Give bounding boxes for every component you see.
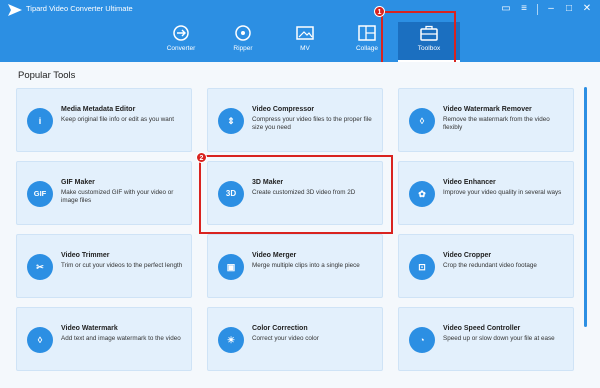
- 3d-maker-highlight-box: [199, 155, 393, 234]
- palette-icon: ✿: [409, 181, 435, 207]
- info-icon: i: [27, 108, 53, 134]
- tab-converter[interactable]: Converter: [150, 22, 212, 62]
- tool-title: Video Cropper: [443, 252, 492, 259]
- gif-icon: GIF: [27, 181, 53, 207]
- collage-icon: [358, 25, 376, 41]
- tool-description: Compress your video files to the proper …: [252, 116, 372, 131]
- tab-label: Converter: [166, 45, 196, 52]
- tool-title: Video Enhancer: [443, 179, 496, 186]
- header-bar: Tipard Video Converter Ultimate ▭ ≡ – □ …: [0, 0, 600, 62]
- tab-mv[interactable]: MV: [274, 22, 336, 62]
- tab-label: Ripper: [233, 45, 253, 52]
- tool-title: Media Metadata Editor: [61, 106, 136, 113]
- scissors-icon: ✂: [27, 254, 53, 280]
- window-controls: ▭ ≡ – □ ✕: [499, 3, 594, 15]
- tool-description: Remove the watermark from the video flex…: [443, 116, 550, 131]
- tool-description: Improve your video quality in several wa…: [443, 189, 562, 196]
- watermark-remove-icon: ◊: [409, 108, 435, 134]
- mv-icon: [296, 26, 314, 40]
- sun-icon: ☀: [218, 327, 244, 353]
- step-badge-1: 1: [374, 6, 385, 17]
- tool-description: Speed up or slow down your file at ease: [443, 335, 555, 342]
- tool-card-video-watermark[interactable]: ◊ Video Watermark Add text and image wat…: [16, 307, 192, 371]
- feedback-icon[interactable]: ▭: [499, 3, 513, 15]
- tool-title: Video Speed Controller: [443, 325, 521, 332]
- tool-card-gif-maker[interactable]: GIF GIF Maker Make customized GIF with y…: [16, 161, 192, 225]
- tool-title: GIF Maker: [61, 179, 95, 186]
- tool-card-color-correction[interactable]: ☀ Color Correction Correct your video co…: [207, 307, 383, 371]
- crop-icon: ⊡: [409, 254, 435, 280]
- tool-title: Video Merger: [252, 252, 297, 259]
- tool-card-video-merger[interactable]: ▣ Video Merger Merge multiple clips into…: [207, 234, 383, 298]
- tool-description: Keep original file info or edit as you w…: [61, 116, 175, 123]
- menu-icon[interactable]: ≡: [517, 3, 531, 15]
- tool-card-video-watermark-remover[interactable]: ◊ Video Watermark Remover Remove the wat…: [398, 88, 574, 152]
- compress-icon: ⇕: [218, 108, 244, 134]
- maximize-button[interactable]: □: [562, 3, 576, 15]
- ripper-icon: [235, 25, 251, 41]
- tool-card-video-trimmer[interactable]: ✂ Video Trimmer Trim or cut your videos …: [16, 234, 192, 298]
- drop-icon: ◊: [27, 327, 53, 353]
- tool-description: Trim or cut your videos to the perfect l…: [61, 262, 183, 269]
- app-title: Tipard Video Converter Ultimate: [26, 4, 133, 13]
- tool-card-media-metadata-editor[interactable]: i Media Metadata Editor Keep original fi…: [16, 88, 192, 152]
- merge-icon: ▣: [218, 254, 244, 280]
- speed-icon: ◔: [409, 327, 435, 353]
- step-badge-2: 2: [196, 152, 207, 163]
- tool-card-video-speed-controller[interactable]: ◔ Video Speed Controller Speed up or slo…: [398, 307, 574, 371]
- tool-description: Add text and image watermark to the vide…: [61, 335, 181, 342]
- tool-description: Merge multiple clips into a single piece: [252, 262, 360, 269]
- tab-label: MV: [300, 45, 310, 52]
- tool-title: Video Watermark Remover: [443, 106, 532, 113]
- tool-description: Crop the redundant video footage: [443, 262, 537, 269]
- section-title: Popular Tools: [18, 70, 76, 81]
- tool-title: Video Trimmer: [61, 252, 110, 259]
- tab-ripper[interactable]: Ripper: [212, 22, 274, 62]
- close-button[interactable]: ✕: [580, 3, 594, 15]
- tool-title: Video Watermark: [61, 325, 118, 332]
- toolbox-highlight-box: [381, 11, 456, 67]
- divider: [537, 4, 538, 15]
- tool-title: Color Correction: [252, 325, 308, 332]
- tool-description: Make customized GIF with your video or i…: [61, 189, 174, 204]
- tool-card-video-cropper[interactable]: ⊡ Video Cropper Crop the redundant video…: [398, 234, 574, 298]
- tool-description: Correct your video color: [252, 335, 319, 342]
- scrollbar[interactable]: [584, 87, 587, 327]
- tool-title: Video Compressor: [252, 106, 315, 113]
- minimize-button[interactable]: –: [544, 3, 558, 15]
- tool-card-video-compressor[interactable]: ⇕ Video Compressor Compress your video f…: [207, 88, 383, 152]
- tool-card-video-enhancer[interactable]: ✿ Video Enhancer Improve your video qual…: [398, 161, 574, 225]
- converter-icon: [173, 25, 189, 41]
- app-logo-icon: [8, 4, 22, 16]
